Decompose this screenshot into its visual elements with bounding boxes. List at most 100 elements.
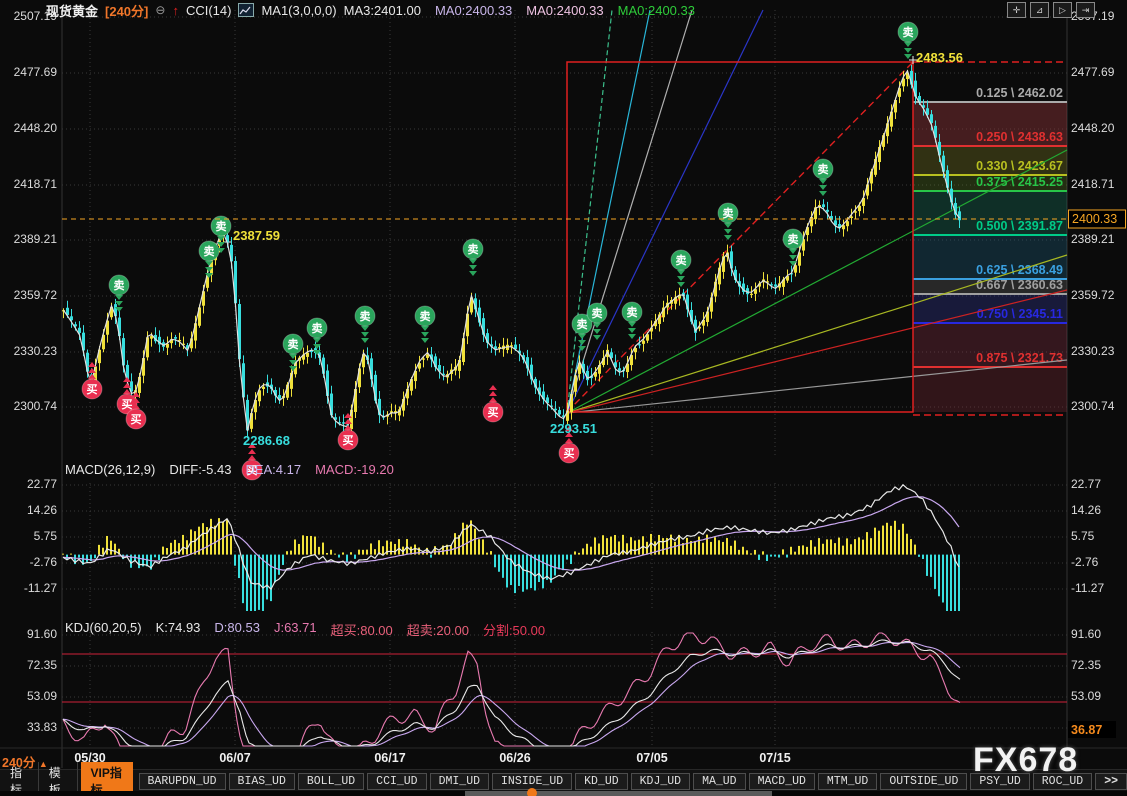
down-arrow-marker	[904, 48, 912, 53]
kdj-header: KDJ(60,20,5) K:74.93D:80.53J:63.71超买:80.…	[65, 620, 545, 639]
tab-boll_ud[interactable]: BOLL_UD	[298, 773, 364, 790]
candle-down	[558, 410, 561, 414]
ma-value: MA0:2400.33	[618, 3, 695, 18]
scrollbar-track[interactable]	[465, 791, 772, 796]
y-axis-scale-icon[interactable]: ▷	[1053, 2, 1072, 18]
svg-text:卖: 卖	[577, 317, 588, 331]
watermark: FX678	[973, 741, 1078, 780]
down-arrow-marker	[361, 332, 369, 337]
tab-outside_ud[interactable]: OUTSIDE_UD	[880, 773, 967, 790]
indicator-value: 分割:50.00	[483, 620, 545, 639]
up-arrow-marker	[489, 391, 497, 396]
candle-down	[554, 409, 557, 410]
up-arrow-marker	[565, 438, 573, 443]
gann-fan-line	[567, 10, 612, 413]
down-arrow-marker	[421, 326, 429, 331]
down-arrow-marker	[469, 259, 477, 264]
fib-level-label: 0.875 \ 2321.73	[976, 351, 1063, 365]
fib-level-label: 0.125 \ 2462.02	[976, 86, 1063, 100]
candle-down	[618, 368, 621, 371]
down-arrow-marker	[578, 334, 586, 339]
price-annotation: 2293.51	[550, 421, 597, 436]
svg-text:卖: 卖	[216, 219, 227, 233]
fib-level-label: 0.375 \ 2415.25	[976, 175, 1063, 189]
svg-text:36.87: 36.87	[1071, 723, 1102, 737]
fib-level-label: 0.330 \ 2423.67	[976, 159, 1063, 173]
collapse-icon[interactable]: ⊖	[155, 3, 165, 17]
tab-ma_ud[interactable]: MA_UD	[693, 773, 746, 790]
macd-title[interactable]: MACD(26,12,9)	[65, 462, 155, 477]
period-badge[interactable]: [240分]	[105, 1, 148, 20]
down-arrow-marker	[819, 179, 827, 184]
tab-mtm_ud[interactable]: MTM_UD	[818, 773, 877, 790]
k-line	[63, 640, 960, 746]
tab-barupdn_ud[interactable]: BARUPDN_UD	[139, 773, 226, 790]
bottom-scrollbar[interactable]	[0, 791, 1127, 796]
down-arrow-marker	[313, 338, 321, 343]
svg-text:卖: 卖	[312, 321, 323, 335]
tab-more[interactable]: >>	[1095, 773, 1127, 790]
kdj-title[interactable]: KDJ(60,20,5)	[65, 620, 142, 639]
down-arrow-marker	[904, 42, 912, 47]
down-arrow-marker	[819, 191, 827, 196]
svg-text:卖: 卖	[468, 242, 479, 256]
down-arrow-marker	[628, 334, 636, 339]
svg-text:卖: 卖	[288, 337, 299, 351]
dock-right-icon[interactable]: ⇥	[1076, 2, 1095, 18]
down-arrow-marker	[819, 185, 827, 190]
down-arrow-marker	[904, 54, 912, 59]
down-arrow-marker	[724, 223, 732, 228]
tab-cci_ud[interactable]: CCI_UD	[367, 773, 426, 790]
svg-text:卖: 卖	[360, 309, 371, 323]
tab-kdj_ud[interactable]: KDJ_UD	[631, 773, 690, 790]
down-arrow-marker	[628, 322, 636, 327]
svg-text:卖: 卖	[818, 162, 829, 176]
tab-dmi_ud[interactable]: DMI_UD	[430, 773, 489, 790]
svg-text:买: 买	[343, 434, 354, 447]
tab-inside_ud[interactable]: INSIDE_UD	[492, 773, 572, 790]
svg-text:买: 买	[122, 398, 133, 411]
down-arrow-marker	[789, 249, 797, 254]
svg-text:卖: 卖	[592, 306, 603, 320]
candle-down	[774, 284, 777, 286]
fib-level-label: 0.500 \ 2391.87	[976, 219, 1063, 233]
down-arrow-marker	[677, 282, 685, 287]
scrollbar-thumb[interactable]	[527, 788, 537, 796]
candle-up	[642, 341, 645, 344]
tab-bias_ud[interactable]: BIAS_UD	[229, 773, 295, 790]
ma-group-label: MA1(3,0,0,0)	[261, 3, 336, 18]
kdj-values: K:74.93D:80.53J:63.71超买:80.00超卖:20.00分割:…	[156, 620, 546, 639]
pan-crosshair-icon[interactable]: ✛	[1007, 2, 1026, 18]
symbol-name: 现货黄金	[46, 1, 98, 20]
x-axis-scale-icon[interactable]: ⊿	[1030, 2, 1049, 18]
indicator-label[interactable]: CCI(14)	[186, 3, 232, 18]
down-arrow-marker	[628, 328, 636, 333]
svg-text:买: 买	[488, 406, 499, 419]
svg-text:卖: 卖	[676, 253, 687, 267]
down-arrow-marker	[593, 329, 601, 334]
macd-values: DIFF:-5.43 DEA:4.17 MACD:-19.20	[169, 462, 394, 477]
indicator-value: 超卖:20.00	[407, 620, 469, 639]
indicator-value: DEA:4.17	[245, 462, 301, 477]
down-arrow-marker	[677, 276, 685, 281]
down-arrow-marker	[469, 265, 477, 270]
chart-header: 现货黄金 [240分] ⊖ ↑ CCI(14) MA1(3,0,0,0) MA3…	[46, 1, 695, 19]
chart-scene[interactable]: 0.125 \ 2462.02 0.250 \ 2438.63 0.330 \ 24…	[0, 0, 1127, 796]
svg-text:买: 买	[131, 413, 142, 426]
candle-down	[826, 210, 829, 212]
candle-down	[174, 337, 177, 339]
down-arrow-marker	[115, 295, 123, 300]
tab-kd_ud[interactable]: KD_UD	[575, 773, 628, 790]
indicator-value: MACD:-19.20	[315, 462, 394, 477]
price-annotation: 2483.56	[916, 50, 963, 65]
candle-up	[262, 387, 265, 389]
fib-level-label: 0.250 \ 2438.63	[976, 130, 1063, 144]
indicator-value: DIFF:-5.43	[169, 462, 231, 477]
price-annotation: 2286.68	[243, 433, 290, 448]
ma-value: MA3:2401.00	[344, 3, 421, 18]
indicator-tab-bar: 指标模板VIP指标BARUPDN_UDBIAS_UDBOLL_UDCCI_UDD…	[0, 769, 1127, 792]
gann-fan-line	[567, 10, 692, 413]
up-arrow-icon: ↑	[172, 3, 179, 18]
up-arrow-marker	[489, 385, 497, 390]
tab-macd_ud[interactable]: MACD_UD	[749, 773, 815, 790]
